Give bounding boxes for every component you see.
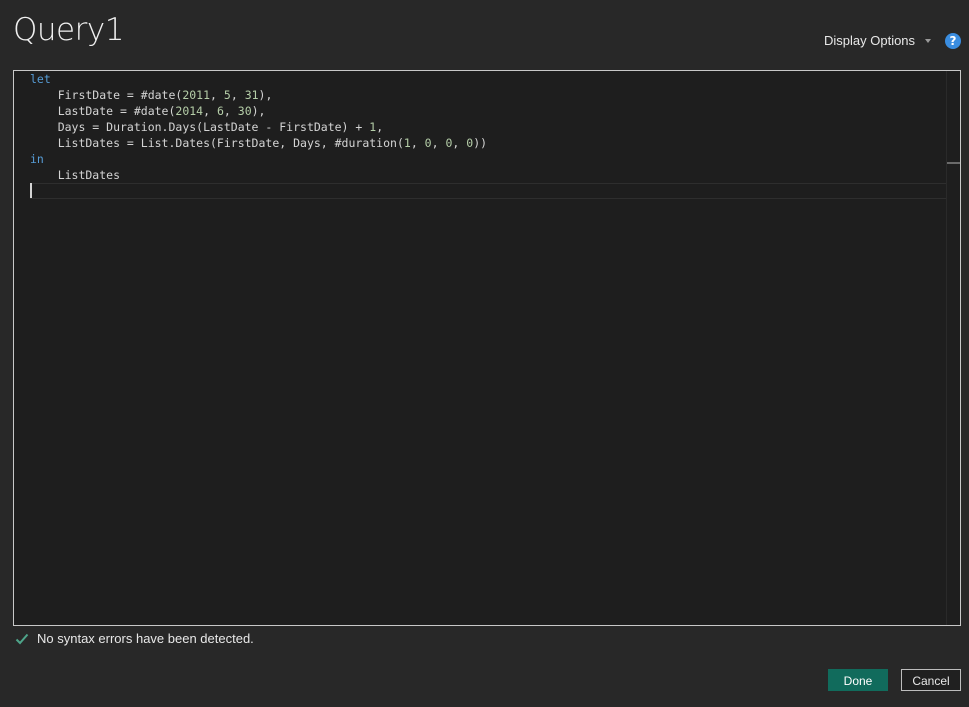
code-line: FirstDate = #date(2011, 5, 31), <box>30 87 944 103</box>
query-title: Query1 <box>13 12 124 48</box>
code-text: FirstDate = #date( <box>30 88 183 102</box>
code-number: 6 <box>216 104 224 118</box>
code-line: Days = Duration.Days(LastDate - FirstDat… <box>30 119 944 135</box>
code-line: ListDates <box>30 167 944 183</box>
code-number: 2014 <box>175 104 204 118</box>
code-line: let <box>30 71 944 87</box>
code-editor[interactable]: let FirstDate = #date(2011, 5, 31), Last… <box>13 70 961 626</box>
code-text: )) <box>473 136 488 150</box>
code-number: 30 <box>237 104 252 118</box>
code-number: 5 <box>223 88 231 102</box>
done-button[interactable]: Done <box>828 669 888 691</box>
advanced-editor-dialog: Query1 Display Options ? let FirstDate =… <box>0 0 969 707</box>
code-lines: let FirstDate = #date(2011, 5, 31), Last… <box>30 71 944 625</box>
code-text: ListDates = List.Dates(FirstDate, Days, … <box>30 136 404 150</box>
code-text: , <box>376 120 384 134</box>
code-text: ), <box>258 88 273 102</box>
checkmark-icon <box>15 632 29 646</box>
display-options-label: Display Options <box>824 33 916 48</box>
code-text: , <box>230 88 245 102</box>
scroll-position-marker <box>947 162 960 164</box>
code-number: 0 <box>424 136 432 150</box>
code-line: LastDate = #date(2014, 6, 30), <box>30 103 944 119</box>
code-number: 1 <box>403 136 411 150</box>
code-text: , <box>223 104 238 118</box>
code-text: , <box>410 136 425 150</box>
code-text: , <box>210 88 224 102</box>
help-button[interactable]: ? <box>945 33 961 49</box>
code-keyword: let <box>30 72 51 86</box>
code-text: ListDates <box>30 168 121 182</box>
code-line: ListDates = List.Dates(FirstDate, Days, … <box>30 135 944 151</box>
syntax-status-message: No syntax errors have been detected. <box>37 631 254 646</box>
code-keyword: in <box>30 152 44 166</box>
code-number: 31 <box>244 88 259 102</box>
code-text: ), <box>251 104 266 118</box>
display-options-dropdown[interactable]: Display Options <box>824 33 932 48</box>
chevron-down-icon <box>925 39 932 43</box>
text-cursor <box>30 183 32 198</box>
code-text: , <box>452 136 467 150</box>
code-number: 2011 <box>182 88 211 102</box>
code-text: LastDate = #date( <box>30 104 176 118</box>
vertical-scrollbar[interactable] <box>946 71 960 625</box>
code-text: , <box>431 136 446 150</box>
code-text: , <box>203 104 217 118</box>
code-text: Days = Duration.Days(LastDate - FirstDat… <box>30 120 370 134</box>
code-line: in <box>30 151 944 167</box>
syntax-status: No syntax errors have been detected. <box>15 631 254 646</box>
cancel-button[interactable]: Cancel <box>901 669 961 691</box>
